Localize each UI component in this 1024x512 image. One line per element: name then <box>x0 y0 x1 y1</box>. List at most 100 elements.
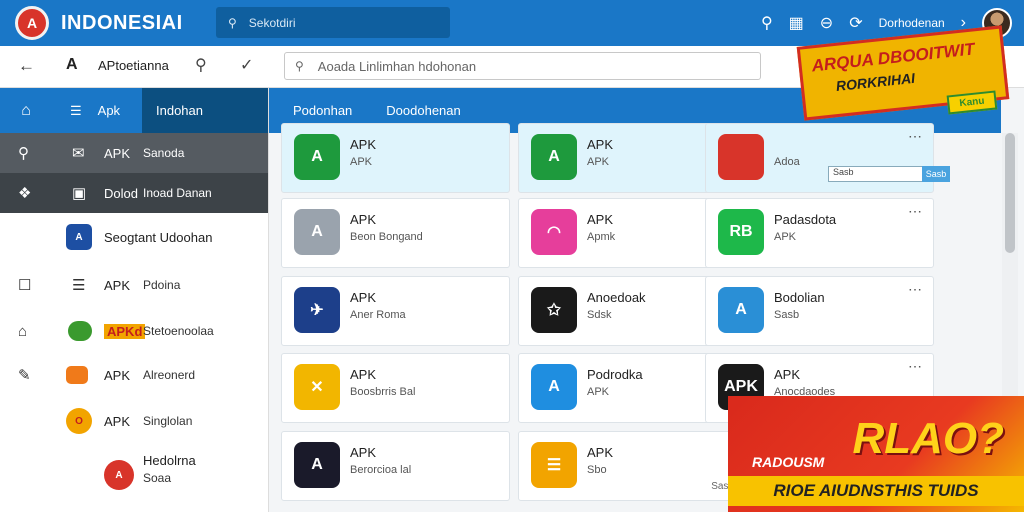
app-icon: A <box>66 224 92 250</box>
minus-circle-icon[interactable]: ⊖ <box>820 13 833 33</box>
top-search-input[interactable]: ⚲ Sekotdiri <box>216 7 450 38</box>
sidebar-tab-apk[interactable]: ☰ Apk <box>52 88 142 133</box>
app-card[interactable]: Adoa ⋯ <box>705 123 934 193</box>
app-icon: A <box>104 460 134 490</box>
search-icon[interactable]: ⚲ <box>761 13 773 33</box>
sidebar: ⌂ ☰ Apk Indohan ⚲ ✉ APK Sanoda ❖ ▣ Dolod… <box>0 88 269 512</box>
sidebar-item[interactable]: ⚲ ✉ APK Sanoda <box>0 133 268 173</box>
secondary-title: APtoetianna <box>98 58 169 73</box>
sidebar-item[interactable]: ☐ ☰ APK Pdoina <box>0 261 268 309</box>
app-subtitle: Berorcioa lal <box>350 464 412 476</box>
promo-banner-bottom[interactable]: RLAO? RADOUSM RIOE AIUDNSTHIS TUIDS <box>728 396 1024 512</box>
back-arrow-icon[interactable]: ← <box>18 56 35 76</box>
app-icon: O <box>66 408 92 434</box>
app-card[interactable]: A APK Berorcioa lal <box>281 431 510 501</box>
sidebar-item[interactable]: O APK Singlolan <box>0 397 268 445</box>
message-icon: ✉ <box>72 145 85 162</box>
user-name[interactable]: Dorhodenan <box>879 16 945 30</box>
app-subtitle: Adoa <box>774 156 800 168</box>
app-card[interactable]: RB Padasdota APK ⋯ <box>705 198 934 268</box>
sidebar-tab-indohan[interactable]: Indohan <box>142 88 268 133</box>
app-icon <box>718 134 764 180</box>
grid-icon[interactable]: ▦ <box>789 13 804 33</box>
app-icon: ✈ <box>294 287 340 333</box>
more-options-icon[interactable]: ⋯ <box>908 358 923 375</box>
tab-podonhan[interactable]: Podonhan <box>293 103 352 118</box>
app-card[interactable]: ☰ APK Sbo Sasb <box>518 431 747 501</box>
main-search-input[interactable]: ⚲ Aoada Linlimhan hdohonan <box>284 52 761 80</box>
app-icon: ☰ <box>531 442 577 488</box>
app-title: Padasdota <box>774 212 837 227</box>
app-subtitle: Apmk <box>587 231 616 243</box>
app-icon: RB <box>718 209 764 255</box>
app-title: APK <box>350 290 377 305</box>
app-title: APK <box>774 367 801 382</box>
sidebar-item[interactable]: ⌂ APKd Stetoenoolaa <box>0 309 268 353</box>
more-options-icon[interactable]: ⋯ <box>908 128 923 145</box>
app-card[interactable]: ✕ APK Boosbrris Bal <box>281 353 510 423</box>
app-card[interactable]: ✈ APK Aner Roma <box>281 276 510 346</box>
app-subtitle: APK <box>587 386 610 398</box>
sidebar-item-label: Seogtant Udoohan <box>104 229 213 245</box>
pin-icon: ❖ <box>18 185 32 202</box>
app-icon: A <box>531 364 577 410</box>
sidebar-item-label: APK <box>104 277 131 293</box>
download-button[interactable]: Sasb <box>922 166 950 182</box>
app-title: APK <box>350 445 377 460</box>
sidebar-item[interactable]: A Hedolrna Soaa <box>0 445 268 505</box>
search-icon[interactable]: ⚲ <box>195 55 207 75</box>
tab-doodohenan[interactable]: Doodohenan <box>386 103 460 118</box>
search-icon: ⚲ <box>295 59 304 73</box>
app-subtitle: Sdsk <box>587 309 612 321</box>
app-icon: ✕ <box>294 364 340 410</box>
more-options-icon[interactable]: ⋯ <box>908 203 923 220</box>
sidebar-item-sublabel: Soaa <box>143 471 172 485</box>
sidebar-item-sublabel: Singlolan <box>143 414 193 428</box>
app-subtitle: Sbo <box>587 464 607 476</box>
search-icon: ⚲ <box>228 15 237 30</box>
sidebar-item-label: APK <box>104 413 131 429</box>
sidebar-item-sublabel: Alreonerd <box>143 368 196 382</box>
app-icon: A <box>531 134 577 180</box>
sidebar-item-sublabel: Sanoda <box>143 146 185 160</box>
app-subtitle: Aner Roma <box>350 309 406 321</box>
home-icon[interactable]: ⌂ <box>0 88 52 133</box>
sidebar-item[interactable]: A Seogtant Udoohan <box>0 213 268 261</box>
app-icon: ◠ <box>531 209 577 255</box>
app-card[interactable]: A APK Beon Bongand <box>281 198 510 268</box>
refresh-icon[interactable]: ⟳ <box>849 13 862 33</box>
sidebar-item-sublabel: Pdoina <box>143 278 181 292</box>
app-title: APK <box>350 367 377 382</box>
sidebar-item[interactable]: ✎ APK Alreonerd <box>0 353 268 397</box>
app-card[interactable]: A Bodolian Sasb ⋯ <box>705 276 934 346</box>
edit-icon: ✎ <box>18 367 31 384</box>
sidebar-tab-label: Indohan <box>156 103 203 118</box>
sidebar-header: ⌂ ☰ Apk Indohan <box>0 88 268 133</box>
app-logo-letter: A <box>26 15 38 31</box>
box-icon: ▣ <box>72 185 87 202</box>
message-icon: ☐ <box>18 277 32 294</box>
more-options-icon[interactable]: ⋯ <box>908 281 923 298</box>
app-subtitle: APK <box>774 231 797 243</box>
app-logo-icon[interactable]: A <box>15 6 49 40</box>
download-field[interactable]: Sasb <box>828 166 924 182</box>
scrollbar-thumb[interactable] <box>1005 133 1015 253</box>
app-card[interactable]: A APK APK <box>281 123 510 193</box>
sidebar-item-sublabel: Stetoenoolaa <box>143 324 214 338</box>
check-icon[interactable]: ✓ <box>240 55 253 75</box>
app-subtitle: Boosbrris Bal <box>350 386 416 398</box>
main-search-placeholder: Aoada Linlimhan hdohonan <box>317 58 477 74</box>
app-title: APK <box>587 137 614 152</box>
app-icon <box>68 321 92 341</box>
sidebar-item[interactable]: ❖ ▣ Dolod Inoad Danan <box>0 173 268 213</box>
app-title: APK <box>587 445 614 460</box>
app-title: APK <box>350 137 377 152</box>
app-title: Anoedoak <box>587 290 646 305</box>
sidebar-item-label: Hedolrna <box>143 453 196 468</box>
list-icon: ☰ <box>70 102 82 118</box>
app-title: Podrodka <box>587 367 643 382</box>
sidebar-item-label: APK <box>104 145 131 161</box>
app-icon: A <box>718 287 764 333</box>
app-title: Bodolian <box>774 290 825 305</box>
sidebar-item-label: APK <box>104 367 131 383</box>
